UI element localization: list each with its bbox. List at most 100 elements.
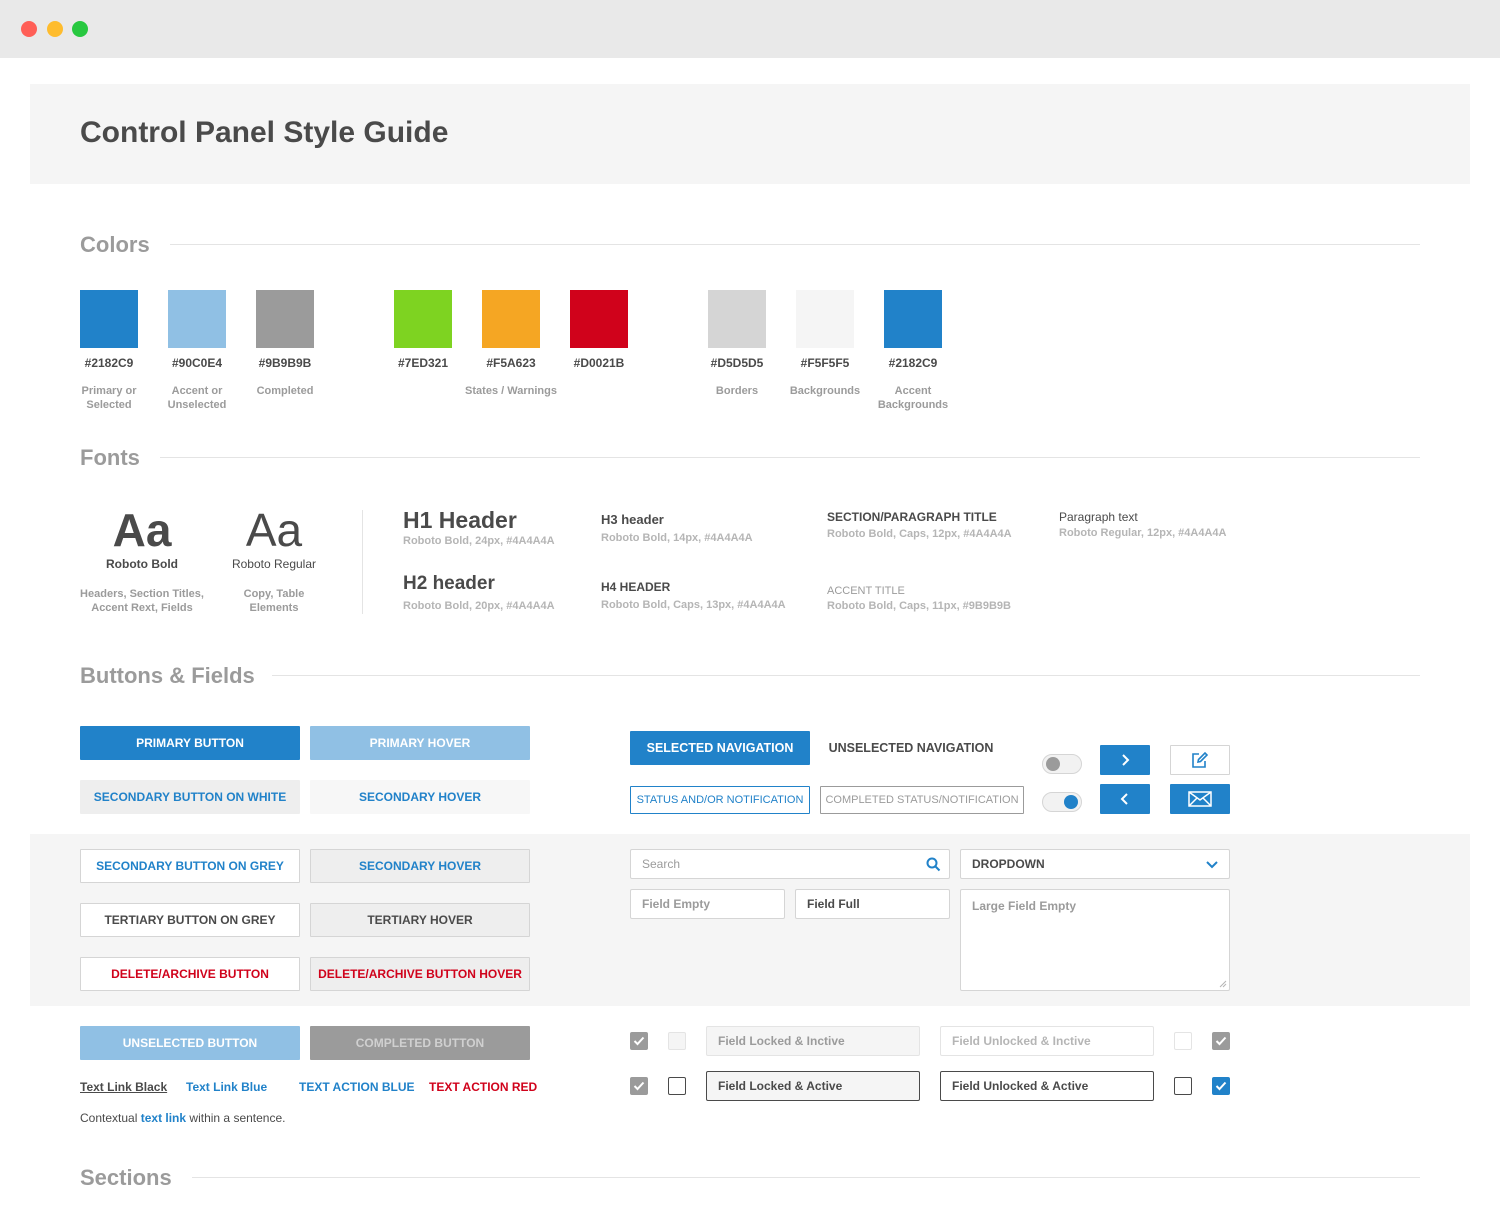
chevron-left-icon (1120, 793, 1128, 805)
color-label: Completed (256, 385, 314, 397)
color-swatch (482, 290, 540, 348)
color-label-line: Unselected (167, 399, 227, 411)
font-usage-line: Copy, Table (243, 588, 305, 600)
selected-navigation[interactable]: SELECTED NAVIGATION (630, 731, 810, 765)
color-hex: #D0021B (573, 356, 625, 370)
search-input[interactable]: Search (630, 849, 950, 879)
font-sample-bold: Aa (112, 504, 172, 556)
next-button[interactable] (1100, 745, 1150, 775)
type-sample-paragraph: Paragraph text (1059, 510, 1138, 524)
unselected-navigation[interactable]: UNSELECTED NAVIGATION (822, 731, 1000, 765)
page-title: Control Panel Style Guide (80, 116, 449, 149)
section-title-colors: Colors (80, 232, 150, 257)
color-label-line: Selected (86, 399, 132, 411)
close-window-dot[interactable] (21, 21, 37, 37)
unselected-button[interactable]: UNSELECTED BUTTON (80, 1026, 300, 1060)
toggle-on[interactable] (1042, 792, 1082, 812)
contextual-text-after: within a sentence. (189, 1111, 286, 1125)
color-label-line: Backgrounds (877, 399, 949, 411)
section-divider (160, 457, 1420, 458)
section-title-fonts: Fonts (80, 445, 140, 470)
toggle-knob (1046, 757, 1060, 771)
secondary-button-on-white[interactable]: SECONDARY BUTTON ON WHITE (80, 780, 300, 814)
section-divider (192, 1177, 1420, 1178)
contextual-text-link[interactable]: text link (141, 1111, 186, 1125)
color-label: Primary or Selected (59, 384, 159, 412)
dropdown-select[interactable]: DROPDOWN (960, 849, 1230, 879)
minimize-window-dot[interactable] (47, 21, 63, 37)
checkbox-unchecked-inactive[interactable] (1174, 1032, 1192, 1050)
color-label: Backgrounds (789, 385, 861, 397)
field-unlocked-active[interactable]: Field Unlocked & Active (940, 1071, 1154, 1101)
resize-handle-icon[interactable] (1219, 980, 1227, 988)
color-hex: #D5D5D5 (710, 356, 764, 370)
type-sample-h1: H1 Header (403, 507, 517, 533)
text-link-blue[interactable]: Text Link Blue (186, 1080, 267, 1094)
font-usage-line: Headers, Section Titles, (80, 588, 204, 600)
field-locked-active[interactable]: Field Locked & Active (706, 1071, 920, 1101)
checkbox-unchecked-active-right[interactable] (1174, 1077, 1192, 1095)
text-link-black[interactable]: Text Link Black (80, 1080, 167, 1094)
delete-archive-hover-button[interactable]: DELETE/ARCHIVE BUTTON HOVER (310, 957, 530, 991)
font-divider (362, 510, 363, 614)
secondary-button-on-grey[interactable]: SECONDARY BUTTON ON GREY (80, 849, 300, 883)
field-unlocked-inactive[interactable]: Field Unlocked & Inctive (940, 1026, 1154, 1056)
large-field-empty[interactable]: Large Field Empty (960, 889, 1230, 991)
delete-archive-button[interactable]: DELETE/ARCHIVE BUTTON (80, 957, 300, 991)
checkbox-checked-active-locked[interactable] (630, 1077, 648, 1095)
toggle-knob (1064, 795, 1078, 809)
font-usage-bold: Headers, Section Titles, Accent Rext, Fie… (72, 587, 212, 615)
field-full[interactable]: Field Full (795, 889, 950, 919)
toggle-off[interactable] (1042, 754, 1082, 774)
section-title-sections: Sections (80, 1165, 172, 1190)
check-icon (633, 1081, 645, 1091)
search-icon[interactable] (926, 857, 941, 872)
contextual-text-before: Contextual (80, 1111, 138, 1125)
previous-button[interactable] (1100, 784, 1150, 814)
edit-button[interactable] (1170, 745, 1230, 775)
type-spec-accent-title: Roboto Bold, Caps, 11px, #9B9B9B (827, 600, 1011, 612)
color-swatch (884, 290, 942, 348)
color-hex: #F5A623 (486, 356, 536, 370)
maximize-window-dot[interactable] (72, 21, 88, 37)
font-name-regular: Roboto Regular (231, 557, 317, 571)
secondary-hover-button[interactable]: SECONDARY HOVER (310, 780, 530, 814)
field-empty[interactable]: Field Empty (630, 889, 785, 919)
type-spec-section-title: Roboto Bold, Caps, 12px, #4A4A4A (827, 528, 1012, 540)
type-spec-h2: Roboto Bold, 20px, #4A4A4A (403, 600, 555, 612)
color-swatch (80, 290, 138, 348)
checkbox-checked-inactive[interactable] (1212, 1032, 1230, 1050)
type-sample-h3: H3 header (601, 512, 664, 527)
edit-icon (1192, 751, 1209, 768)
color-hex: #9B9B9B (258, 356, 312, 370)
page-header: Control Panel Style Guide (30, 84, 1470, 184)
color-label-line: Accent or (171, 385, 223, 397)
text-action-red[interactable]: TEXT ACTION RED (429, 1080, 537, 1094)
contextual-sentence: Contextual text link within a sentence. (80, 1111, 285, 1125)
color-label: States / Warnings (465, 385, 557, 397)
secondary-hover-button-grey[interactable]: SECONDARY HOVER (310, 849, 530, 883)
type-sample-accent-title: ACCENT TITLE (827, 585, 905, 597)
color-swatch (256, 290, 314, 348)
primary-hover-button[interactable]: PRIMARY HOVER (310, 726, 530, 760)
check-icon (1215, 1081, 1227, 1091)
text-action-blue[interactable]: TEXT ACTION BLUE (299, 1080, 415, 1094)
checkbox-unchecked-active[interactable] (668, 1077, 686, 1095)
color-swatch (708, 290, 766, 348)
type-sample-h4: H4 HEADER (601, 580, 671, 594)
color-hex: #90C0E4 (171, 356, 223, 370)
font-usage-regular: Copy, Table Elements (204, 587, 344, 615)
color-swatch (570, 290, 628, 348)
checkbox-checked-locked[interactable] (630, 1032, 648, 1050)
font-usage-line: Elements (249, 602, 299, 614)
tertiary-hover-button[interactable]: TERTIARY HOVER (310, 903, 530, 937)
tertiary-button-on-grey[interactable]: TERTIARY BUTTON ON GREY (80, 903, 300, 937)
color-hex: #2182C9 (84, 356, 134, 370)
field-locked-inactive[interactable]: Field Locked & Inctive (706, 1026, 920, 1056)
checkbox-inactive[interactable] (668, 1032, 686, 1050)
primary-button[interactable]: PRIMARY BUTTON (80, 726, 300, 760)
completed-button[interactable]: COMPLETED BUTTON (310, 1026, 530, 1060)
checkbox-checked-active[interactable] (1212, 1077, 1230, 1095)
mail-button[interactable] (1170, 784, 1230, 814)
section-title-buttons: Buttons & Fields (80, 663, 255, 688)
